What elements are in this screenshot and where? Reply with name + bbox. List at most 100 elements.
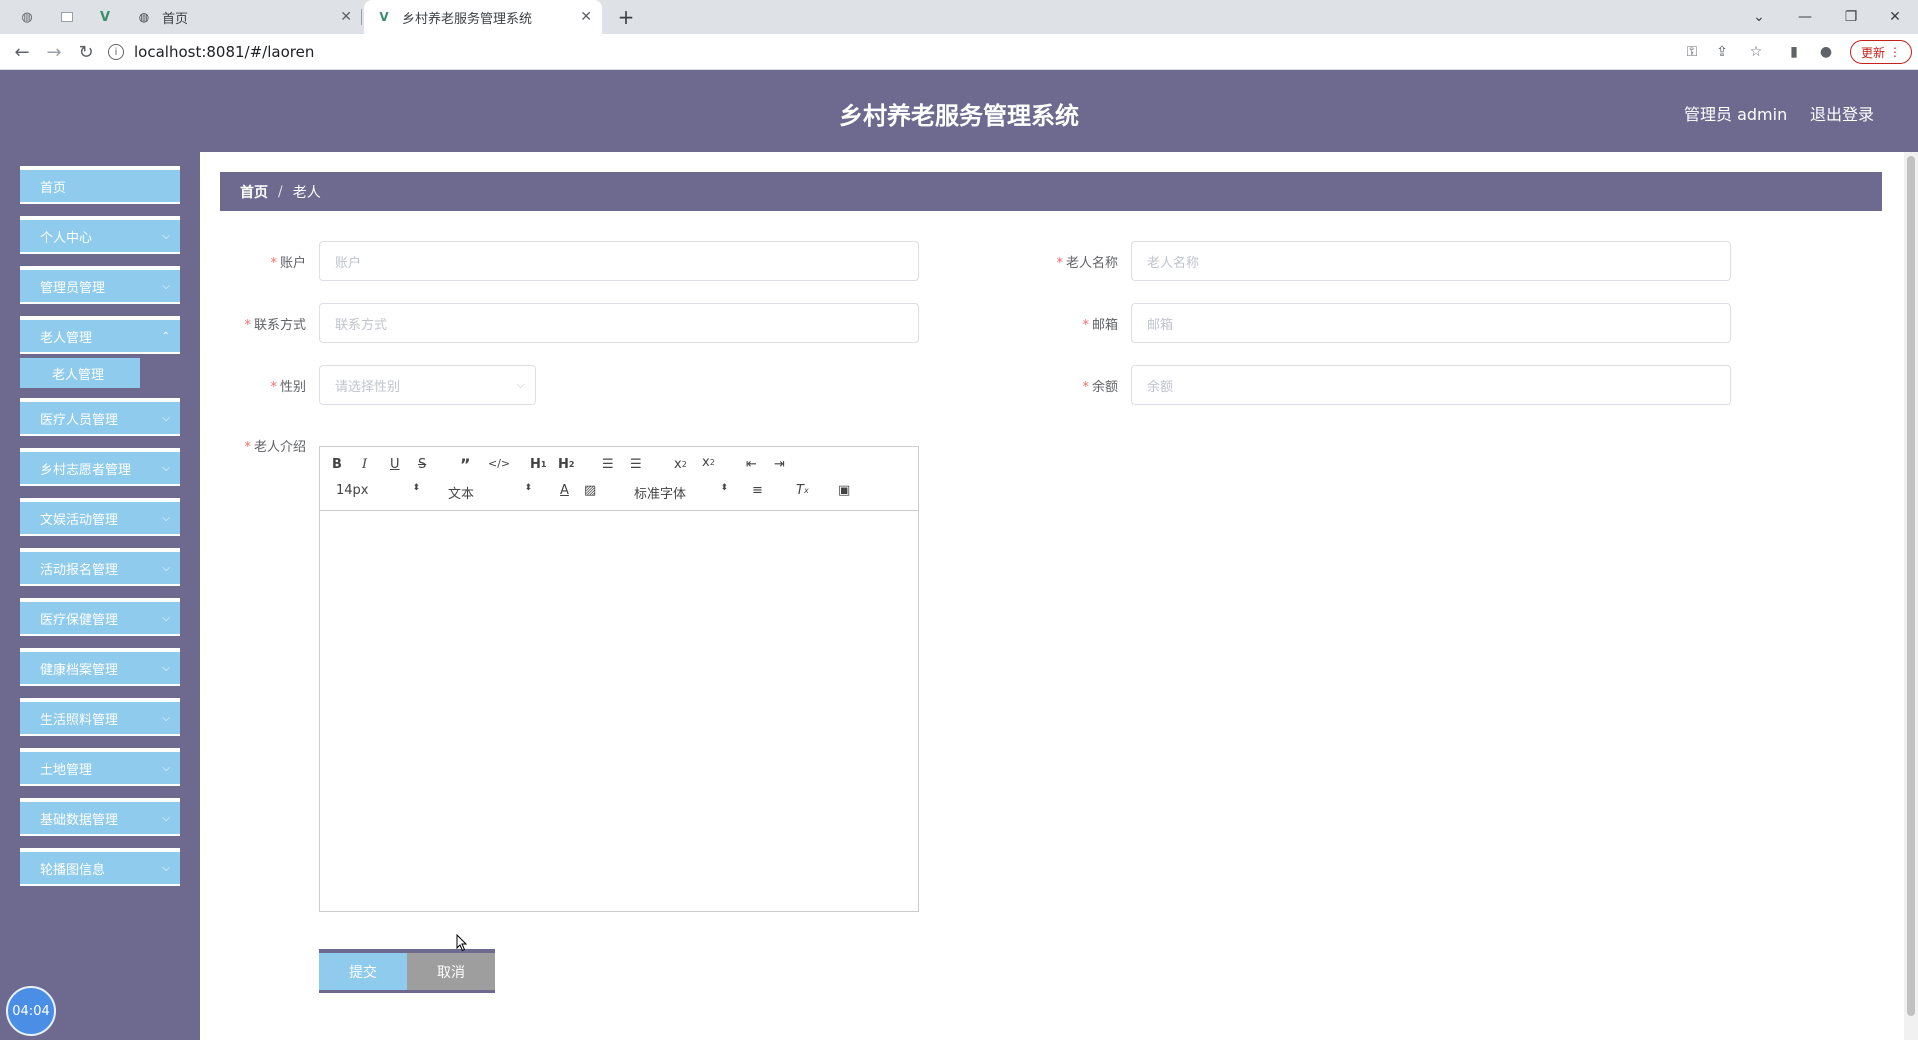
heading1-icon[interactable]: H1 bbox=[530, 457, 546, 472]
key-icon[interactable]: ⚿ bbox=[1682, 42, 1702, 62]
sidebar-item-home[interactable]: 首页 bbox=[20, 166, 180, 204]
sidebar-item-label: 文娱活动管理 bbox=[40, 512, 119, 528]
sidebar-item-registrations[interactable]: 活动报名管理 ⌵ bbox=[20, 548, 180, 586]
app-header: 乡村养老服务管理系统 管理员 admin 退出登录 bbox=[0, 70, 1918, 152]
side-panel-icon[interactable]: ▮ bbox=[1784, 42, 1804, 62]
sidebar-item-label: 土地管理 bbox=[40, 762, 93, 778]
pinned-tab-vue[interactable]: V bbox=[88, 0, 122, 34]
page-scrollbar[interactable] bbox=[1904, 152, 1918, 1040]
sidebar-item-daily-care[interactable]: 生活照料管理 ⌵ bbox=[20, 698, 180, 736]
sidebar-item-land[interactable]: 土地管理 ⌵ bbox=[20, 748, 180, 786]
minimize-icon: — bbox=[1798, 9, 1812, 25]
new-tab-button[interactable]: + bbox=[612, 3, 640, 31]
sidebar-subitem-label: 老人管理 bbox=[52, 367, 105, 383]
subscript-icon[interactable]: x2 bbox=[674, 457, 687, 472]
ordered-list-icon[interactable]: ☰ bbox=[602, 457, 614, 472]
close-icon[interactable]: ✕ bbox=[580, 9, 592, 25]
heading2-icon[interactable]: H2 bbox=[558, 457, 574, 472]
info-icon[interactable]: i bbox=[108, 44, 124, 60]
format-select[interactable]: 文本 ⬍ bbox=[448, 483, 532, 502]
background-color-icon[interactable]: ▨ bbox=[584, 483, 596, 498]
sidebar-item-label: 轮播图信息 bbox=[40, 862, 106, 878]
tab-search-button[interactable]: ⌄ bbox=[1736, 0, 1782, 34]
italic-icon[interactable]: I bbox=[362, 457, 367, 472]
url-text: localhost:8081/#/laoren bbox=[134, 43, 315, 61]
reload-icon: ↻ bbox=[78, 41, 94, 63]
share-icon[interactable]: ⇪ bbox=[1712, 42, 1732, 62]
underline-icon[interactable]: U bbox=[390, 457, 400, 472]
sidebar-item-medical-staff[interactable]: 医疗人员管理 ⌵ bbox=[20, 398, 180, 436]
window-close-button[interactable]: ✕ bbox=[1872, 0, 1918, 34]
code-block-icon[interactable]: </> bbox=[488, 457, 510, 470]
sidebar-item-personal-center[interactable]: 个人中心 ⌵ bbox=[20, 216, 180, 254]
chevron-down-icon: ⌵ bbox=[162, 280, 170, 292]
sidebar-item-label: 管理员管理 bbox=[40, 280, 106, 296]
app-title: 乡村养老服务管理系统 bbox=[839, 102, 1079, 130]
updown-icon: ⬍ bbox=[412, 483, 420, 493]
email-input[interactable]: 邮箱 bbox=[1131, 303, 1731, 343]
phone-input[interactable]: 联系方式 bbox=[319, 303, 919, 343]
submit-button[interactable]: 提交 bbox=[319, 949, 407, 993]
reload-button[interactable]: ↻ bbox=[72, 38, 100, 66]
editor-content[interactable] bbox=[320, 511, 918, 911]
close-icon[interactable]: ✕ bbox=[340, 9, 352, 25]
clear-format-icon[interactable]: Tx bbox=[796, 483, 809, 498]
scrollbar-thumb[interactable] bbox=[1907, 156, 1915, 1016]
outdent-icon[interactable]: ⇤ bbox=[746, 457, 757, 472]
minimize-button[interactable]: — bbox=[1782, 0, 1828, 34]
sidebar-item-carousel[interactable]: 轮播图信息 ⌵ bbox=[20, 848, 180, 886]
breadcrumb-home[interactable]: 首页 bbox=[240, 182, 268, 202]
cancel-button[interactable]: 取消 bbox=[407, 949, 495, 993]
tab-label: 首页 bbox=[162, 11, 189, 27]
restore-button[interactable]: ❐ bbox=[1828, 0, 1874, 34]
browser-toolbar: ← → ↻ i localhost:8081/#/laoren ⚿ ⇪ ☆ ▮ … bbox=[0, 34, 1918, 70]
clock-widget: 04:04 bbox=[6, 986, 56, 1036]
sidebar-item-label: 活动报名管理 bbox=[40, 562, 119, 578]
superscript-icon[interactable]: x2 bbox=[702, 455, 715, 470]
close-icon: ✕ bbox=[1889, 9, 1901, 25]
tab-active[interactable]: V 乡村养老服务管理系统 ✕ bbox=[364, 0, 602, 34]
sidebar-subitem-elderly[interactable]: 老人管理 bbox=[20, 358, 140, 388]
chevron-down-icon: ⌵ bbox=[162, 612, 170, 624]
font-family-select[interactable]: 标准字体 ⬍ bbox=[634, 483, 728, 502]
sidebar-item-admin[interactable]: 管理员管理 ⌵ bbox=[20, 266, 180, 304]
indent-icon[interactable]: ⇥ bbox=[774, 457, 785, 472]
logout-link[interactable]: 退出登录 bbox=[1810, 101, 1874, 125]
arrow-right-icon: → bbox=[46, 41, 62, 63]
chevron-down-icon: ⌵ bbox=[162, 812, 170, 824]
image-icon[interactable]: ▣ bbox=[838, 483, 850, 498]
align-icon[interactable]: ≡ bbox=[752, 483, 763, 498]
back-button[interactable]: ← bbox=[8, 38, 36, 66]
balance-input[interactable]: 余额 bbox=[1131, 365, 1731, 405]
tab-home[interactable]: ◍ 首页 ✕ bbox=[124, 0, 362, 34]
profile-icon[interactable]: ● bbox=[1816, 42, 1836, 62]
gender-select[interactable]: 请选择性别 ⌵ bbox=[319, 365, 536, 405]
pinned-tab-blank[interactable] bbox=[50, 0, 84, 34]
forward-button[interactable]: → bbox=[40, 38, 68, 66]
bold-icon[interactable]: B bbox=[332, 457, 342, 472]
strikethrough-icon[interactable]: S bbox=[418, 457, 426, 472]
blockquote-icon[interactable]: ” bbox=[460, 455, 471, 474]
sidebar-item-label: 首页 bbox=[40, 180, 67, 196]
elder-name-input[interactable]: 老人名称 bbox=[1131, 241, 1731, 281]
updown-icon: ⬍ bbox=[720, 483, 728, 493]
restore-icon: ❐ bbox=[1844, 9, 1858, 25]
address-bar[interactable]: i localhost:8081/#/laoren bbox=[108, 37, 1908, 67]
sidebar-item-activities[interactable]: 文娱活动管理 ⌵ bbox=[20, 498, 180, 536]
sidebar-item-volunteers[interactable]: 乡村志愿者管理 ⌵ bbox=[20, 448, 180, 486]
sidebar-item-health-records[interactable]: 健康档案管理 ⌵ bbox=[20, 648, 180, 686]
text-color-icon[interactable]: A bbox=[560, 483, 569, 498]
sidebar-item-healthcare[interactable]: 医疗保健管理 ⌵ bbox=[20, 598, 180, 636]
pinned-tab-globe[interactable]: ◍ bbox=[10, 0, 44, 34]
update-button[interactable]: 更新 ⋮ bbox=[1850, 40, 1912, 64]
account-input[interactable]: 账户 bbox=[319, 241, 919, 281]
intro-label: * 老人介绍 bbox=[244, 440, 306, 455]
intro-editor: B I U S ” </> H1 H2 ☰ ☰ x2 x2 ⇤ ⇥ 14px ⬍ … bbox=[319, 446, 919, 912]
font-size-select[interactable]: 14px ⬍ bbox=[336, 483, 420, 498]
breadcrumb-current: 老人 bbox=[292, 184, 321, 201]
sidebar-item-base-data[interactable]: 基础数据管理 ⌵ bbox=[20, 798, 180, 836]
sidebar-item-elderly[interactable]: 老人管理 ⌃ bbox=[20, 316, 180, 354]
star-icon[interactable]: ☆ bbox=[1746, 42, 1766, 62]
chevron-down-icon: ⌵ bbox=[162, 412, 170, 424]
bullet-list-icon[interactable]: ☰ bbox=[630, 457, 642, 472]
